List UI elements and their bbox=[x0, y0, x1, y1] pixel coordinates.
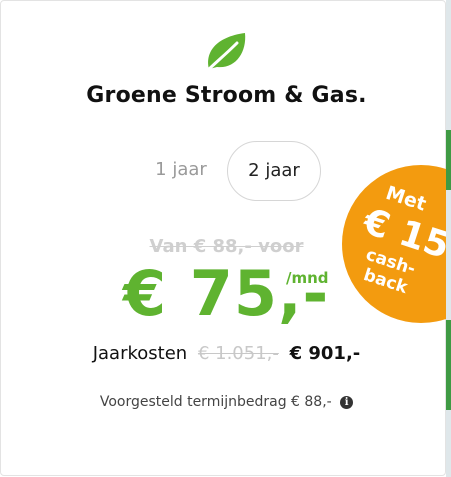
product-card: Groene Stroom & Gas. 1 jaar 2 jaar Van €… bbox=[0, 0, 446, 476]
yearly-costs-label: Jaarkosten bbox=[92, 343, 188, 364]
product-title: Groene Stroom & Gas. bbox=[86, 83, 367, 108]
term-option-2-years[interactable]: 2 jaar bbox=[227, 141, 321, 201]
yearly-old-value: € 1.051,- bbox=[197, 343, 279, 364]
suggested-payment: Voorgesteld termijnbedrag € 88,- i bbox=[1, 394, 451, 410]
suggested-payment-text: Voorgesteld termijnbedrag € 88,- bbox=[99, 394, 332, 410]
info-icon[interactable]: i bbox=[340, 396, 354, 409]
old-price: Van € 88,- voor bbox=[149, 236, 304, 257]
yearly-new-value: € 901,- bbox=[289, 343, 361, 364]
adjacent-card-edge bbox=[446, 0, 451, 477]
term-option-1-year[interactable]: 1 jaar bbox=[141, 141, 221, 201]
monthly-price: € 75,- bbox=[123, 257, 330, 330]
leaf-icon bbox=[203, 33, 246, 75]
price-unit: /mnd bbox=[286, 269, 329, 287]
yearly-costs: Jaarkosten € 1.051,- € 901,- bbox=[1, 343, 451, 364]
